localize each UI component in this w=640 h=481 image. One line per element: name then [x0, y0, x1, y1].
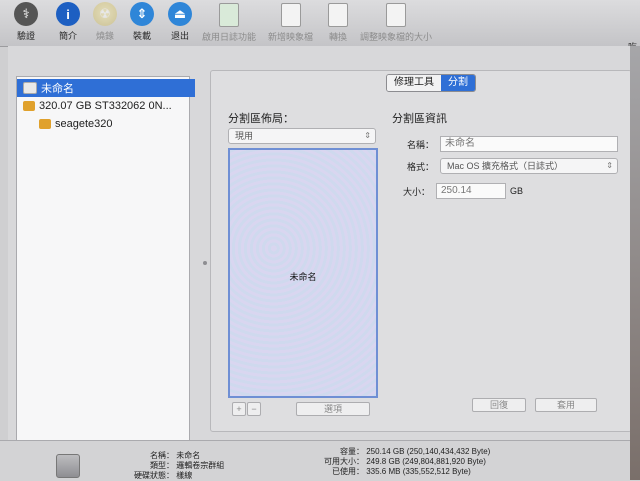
info-button[interactable]: i 簡介 [56, 0, 80, 46]
format-value: Mac OS 擴充格式（日誌式） [447, 161, 564, 171]
enable-journaling-button[interactable]: 啟用日誌功能 [202, 0, 256, 46]
mount-icon: ⇕ [130, 2, 154, 26]
info-label: 簡介 [58, 31, 77, 41]
sidebar-item-volume[interactable]: 未命名 [17, 79, 195, 97]
info-icon: i [56, 2, 80, 26]
chevron-updown-icon: ⇕ [606, 161, 613, 170]
add-partition-button[interactable]: + [232, 402, 246, 416]
split-view-handle[interactable] [203, 261, 207, 265]
size-unit: GB [510, 186, 524, 196]
toolbar: ⚕ 驗證 i 簡介 ☢ 燒錄 ⇕ 裝載 ⏏ 退出 啟用日誌功能 新增映象檔 轉換… [0, 0, 640, 47]
resize-image-button[interactable]: 調整映象檔的大小 [360, 0, 432, 46]
chevron-updown-icon: ⇕ [364, 131, 371, 140]
resize-image-label: 調整映象檔的大小 [360, 32, 433, 42]
convert-button[interactable]: 轉換 [328, 0, 348, 46]
info-used-row: 已使用： 335.6 MB (335,552,512 Byte) [332, 467, 471, 476]
remove-partition-button[interactable]: − [247, 402, 261, 416]
tab-partition[interactable]: 分割 [441, 75, 475, 91]
burn-disc-icon: ☢ [93, 2, 117, 26]
enable-journaling-label: 啟用日誌功能 [202, 32, 257, 42]
plus-icon: + [236, 404, 242, 414]
hard-disk-icon [56, 454, 80, 478]
apply-button[interactable]: 套用 [535, 398, 597, 412]
mount-label: 裝載 [132, 31, 151, 41]
info-title: 分割區資訊 [392, 113, 447, 125]
window-edge [630, 46, 640, 480]
burn-label: 燒錄 [95, 31, 114, 41]
info-status-row: 硬碟狀態： 樣線 [134, 471, 193, 480]
resize-image-icon [386, 3, 406, 27]
mount-button[interactable]: ⇕ 裝載 [130, 0, 154, 46]
verify-label: 驗證 [16, 31, 35, 41]
partition-disk-icon [39, 119, 51, 129]
disk-list[interactable]: 未命名 320.07 GB ST332062 0N... seagete320 [16, 76, 195, 442]
eject-button[interactable]: ⏏ 退出 [168, 0, 192, 46]
partition-name-input[interactable]: 未命名 [440, 136, 618, 152]
name-label: 名稱： [406, 140, 434, 150]
eject-label: 退出 [170, 31, 189, 41]
size-label: 大小： [402, 187, 430, 197]
minus-icon: − [251, 404, 257, 414]
sidebar-item-label: seagete320 [55, 118, 113, 130]
partition-map-label: 未命名 [289, 272, 317, 282]
size-input[interactable]: 250.14 [436, 183, 506, 199]
volume-icon [23, 82, 37, 94]
format-select[interactable]: Mac OS 擴充格式（日誌式） ⇕ [440, 158, 618, 174]
layout-scheme-select[interactable]: 現用 ⇕ [228, 128, 376, 144]
sidebar-item-label: 未命名 [41, 83, 74, 95]
tab-bar: 修理工具 分割 [386, 74, 476, 92]
eject-icon: ⏏ [168, 2, 192, 26]
burn-button[interactable]: ☢ 燒錄 [93, 0, 117, 46]
journal-icon [219, 3, 239, 27]
new-image-button[interactable]: 新增映象檔 [268, 0, 313, 46]
layout-scheme-value: 現用 [235, 131, 254, 141]
sidebar-item-label: 320.07 GB ST332062 0N... [39, 100, 172, 112]
layout-title: 分割區佈局： [228, 113, 294, 125]
options-button[interactable]: 選項 [296, 402, 370, 416]
stethoscope-icon: ⚕ [14, 2, 38, 26]
new-image-icon [280, 3, 301, 27]
external-disk-icon [23, 101, 35, 111]
partition-map[interactable]: 未命名 [228, 148, 378, 398]
verify-button[interactable]: ⚕ 驗證 [14, 0, 38, 46]
sidebar-item-partition[interactable]: seagete320 [17, 115, 211, 133]
convert-icon [328, 3, 348, 27]
format-label: 格式： [406, 162, 434, 172]
convert-label: 轉換 [328, 32, 347, 42]
sidebar-item-disk[interactable]: 320.07 GB ST332062 0N... [17, 97, 195, 115]
tab-repair[interactable]: 修理工具 [387, 75, 441, 91]
new-image-label: 新增映象檔 [268, 32, 314, 42]
revert-button[interactable]: 回復 [472, 398, 526, 412]
